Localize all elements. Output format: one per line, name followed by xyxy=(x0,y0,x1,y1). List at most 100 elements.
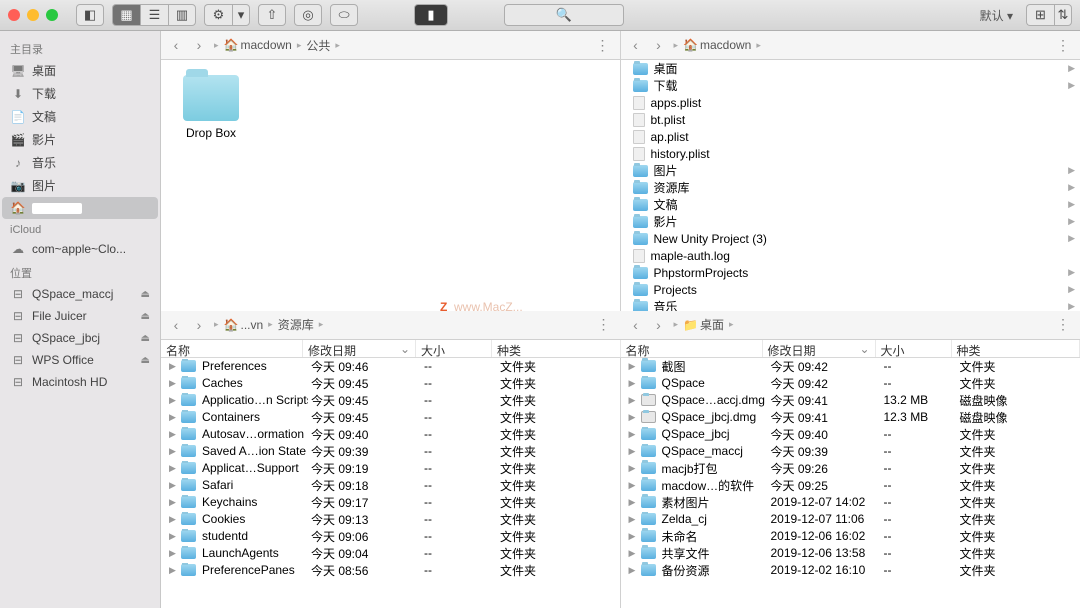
list-item[interactable]: bt.plist xyxy=(621,111,1080,128)
pane-tl[interactable]: Drop Box xyxy=(161,60,621,311)
pane-menu[interactable]: ⋮ xyxy=(591,37,615,54)
table-row[interactable]: ▶Preferences 今天 09:46 -- 文件夹 xyxy=(161,358,620,375)
table-row[interactable]: ▶Caches 今天 09:45 -- 文件夹 xyxy=(161,375,620,392)
pane-tr[interactable]: 桌面▶下载▶apps.plistbt.plistap.plisthistory.… xyxy=(621,60,1080,311)
table-row[interactable]: ▶Containers 今天 09:45 -- 文件夹 xyxy=(161,409,620,426)
breadcrumb[interactable]: 资源库 xyxy=(278,316,314,333)
eject-icon[interactable]: ⏏ xyxy=(141,333,150,344)
disclosure-icon[interactable]: ▶ xyxy=(169,395,181,406)
disclosure-icon[interactable]: ▶ xyxy=(629,446,641,457)
col-name[interactable]: 名称 xyxy=(161,340,303,357)
breadcrumb[interactable]: 🏠 ...vn xyxy=(224,318,264,332)
col-kind[interactable]: 种类 xyxy=(952,340,1080,357)
sidebar-item[interactable]: 🖥桌面 xyxy=(0,59,160,82)
disclosure-icon[interactable]: ▶ xyxy=(629,395,641,406)
breadcrumb[interactable]: 📁 桌面 xyxy=(683,316,724,333)
col-date[interactable]: 修改日期 ⌄ xyxy=(303,340,416,357)
disclosure-icon[interactable]: ▶ xyxy=(629,497,641,508)
list-view[interactable]: ☰ xyxy=(140,4,168,26)
disclosure-icon[interactable]: ▶ xyxy=(169,446,181,457)
disclosure-icon[interactable]: ▶ xyxy=(169,497,181,508)
table-row[interactable]: ▶未命名 2019-12-06 16:02 -- 文件夹 xyxy=(621,528,1080,545)
table-row[interactable]: ▶备份资源 2019-12-02 16:10 -- 文件夹 xyxy=(621,562,1080,579)
back-button[interactable]: ‹ xyxy=(166,37,186,53)
list-item[interactable]: Projects▶ xyxy=(621,281,1080,298)
sidebar-item[interactable]: ⊟QSpace_jbcj⏏ xyxy=(0,327,160,349)
pane-menu[interactable]: ⋮ xyxy=(592,316,616,333)
table-row[interactable]: ▶QSpace_jbcj 今天 09:40 -- 文件夹 xyxy=(621,426,1080,443)
list-item[interactable]: apps.plist xyxy=(621,94,1080,111)
sidebar-item[interactable]: ☁com~apple~Clo... xyxy=(0,238,160,260)
home-rename-field[interactable] xyxy=(32,203,82,214)
disclosure-icon[interactable]: ▶ xyxy=(629,480,641,491)
sidebar-item[interactable]: 🎬影片 xyxy=(0,128,160,151)
sidebar-item[interactable]: ⬇下载 xyxy=(0,82,160,105)
col-size[interactable]: 大小 xyxy=(416,340,492,357)
table-row[interactable]: ▶Applicatio…n Scripts 今天 09:45 -- 文件夹 xyxy=(161,392,620,409)
table-row[interactable]: ▶studentd 今天 09:06 -- 文件夹 xyxy=(161,528,620,545)
disclosure-icon[interactable]: ▶ xyxy=(629,361,641,372)
layout-menu[interactable]: ⇅ xyxy=(1054,4,1072,26)
back-button[interactable]: ‹ xyxy=(166,317,186,333)
sidebar-item[interactable]: ♪音乐 xyxy=(0,151,160,174)
minimize-window[interactable] xyxy=(27,9,39,21)
table-row[interactable]: ▶Keychains 今天 09:17 -- 文件夹 xyxy=(161,494,620,511)
list-item[interactable]: 图片▶ xyxy=(621,162,1080,179)
list-item[interactable]: 桌面▶ xyxy=(621,60,1080,77)
col-kind[interactable]: 种类 xyxy=(492,340,621,357)
list-item[interactable]: 下载▶ xyxy=(621,77,1080,94)
disclosure-icon[interactable]: ▶ xyxy=(629,463,641,474)
disclosure-icon[interactable]: ▶ xyxy=(629,378,641,389)
list-item[interactable]: 音乐▶ xyxy=(621,298,1080,311)
disclosure-icon[interactable]: ▶ xyxy=(629,514,641,525)
forward-button[interactable]: › xyxy=(189,37,209,53)
disclosure-icon[interactable]: ▶ xyxy=(169,412,181,423)
disclosure-icon[interactable]: ▶ xyxy=(629,429,641,440)
list-item[interactable]: ap.plist xyxy=(621,128,1080,145)
sidebar-item[interactable]: ⊟QSpace_maccj⏏ xyxy=(0,283,160,305)
maximize-window[interactable] xyxy=(46,9,58,21)
sidebar-item[interactable]: 📷图片 xyxy=(0,174,160,197)
airdrop-button[interactable]: ◎ xyxy=(294,4,322,26)
table-row[interactable]: ▶共享文件 2019-12-06 13:58 -- 文件夹 xyxy=(621,545,1080,562)
table-row[interactable]: ▶QSpace…accj.dmg 今天 09:41 13.2 MB 磁盘映像 xyxy=(621,392,1080,409)
table-row[interactable]: ▶Safari 今天 09:18 -- 文件夹 xyxy=(161,477,620,494)
breadcrumb[interactable]: 🏠 macdown xyxy=(224,38,292,52)
terminal-button[interactable]: ▮ xyxy=(414,4,448,26)
close-window[interactable] xyxy=(8,9,20,21)
table-row[interactable]: ▶PreferencePanes 今天 08:56 -- 文件夹 xyxy=(161,562,620,579)
disclosure-icon[interactable]: ▶ xyxy=(169,565,181,576)
list-item[interactable]: PhpstormProjects▶ xyxy=(621,264,1080,281)
list-item[interactable]: maple-auth.log xyxy=(621,247,1080,264)
disclosure-icon[interactable]: ▶ xyxy=(169,480,181,491)
eject-icon[interactable]: ⏏ xyxy=(141,311,150,322)
eject-icon[interactable]: ⏏ xyxy=(141,355,150,366)
disclosure-icon[interactable]: ▶ xyxy=(169,514,181,525)
disclosure-icon[interactable]: ▶ xyxy=(169,378,181,389)
breadcrumb[interactable]: 公共 xyxy=(306,37,330,54)
sidebar-item[interactable]: 📄文稿 xyxy=(0,105,160,128)
list-item[interactable]: New Unity Project (3)▶ xyxy=(621,230,1080,247)
pane-menu[interactable]: ⋮ xyxy=(1051,316,1075,333)
sidebar-item[interactable]: ⊟File Juicer⏏ xyxy=(0,305,160,327)
folder-item[interactable]: Drop Box xyxy=(171,75,251,140)
table-row[interactable]: ▶素材图片 2019-12-07 14:02 -- 文件夹 xyxy=(621,494,1080,511)
table-row[interactable]: ▶QSpace_maccj 今天 09:39 -- 文件夹 xyxy=(621,443,1080,460)
sidebar-toggle[interactable]: ◧ xyxy=(76,4,104,26)
table-row[interactable]: ▶QSpace_jbcj.dmg 今天 09:41 12.3 MB 磁盘映像 xyxy=(621,409,1080,426)
layout-dropdown[interactable]: 默认 ▾ xyxy=(975,7,1018,24)
share-button[interactable]: ⇧ xyxy=(258,4,286,26)
table-row[interactable]: ▶Zelda_cj 2019-12-07 11:06 -- 文件夹 xyxy=(621,511,1080,528)
back-button[interactable]: ‹ xyxy=(626,37,646,53)
table-row[interactable]: ▶LaunchAgents 今天 09:04 -- 文件夹 xyxy=(161,545,620,562)
disclosure-icon[interactable]: ▶ xyxy=(629,565,641,576)
disclosure-icon[interactable]: ▶ xyxy=(629,412,641,423)
layout-grid[interactable]: ⊞ xyxy=(1026,4,1054,26)
disclosure-icon[interactable]: ▶ xyxy=(169,463,181,474)
table-row[interactable]: ▶截图 今天 09:42 -- 文件夹 xyxy=(621,358,1080,375)
disclosure-icon[interactable]: ▶ xyxy=(169,429,181,440)
sidebar-item[interactable]: ⊟Macintosh HD xyxy=(0,371,160,393)
forward-button[interactable]: › xyxy=(649,37,669,53)
disclosure-icon[interactable]: ▶ xyxy=(169,531,181,542)
col-name[interactable]: 名称 xyxy=(621,340,763,357)
